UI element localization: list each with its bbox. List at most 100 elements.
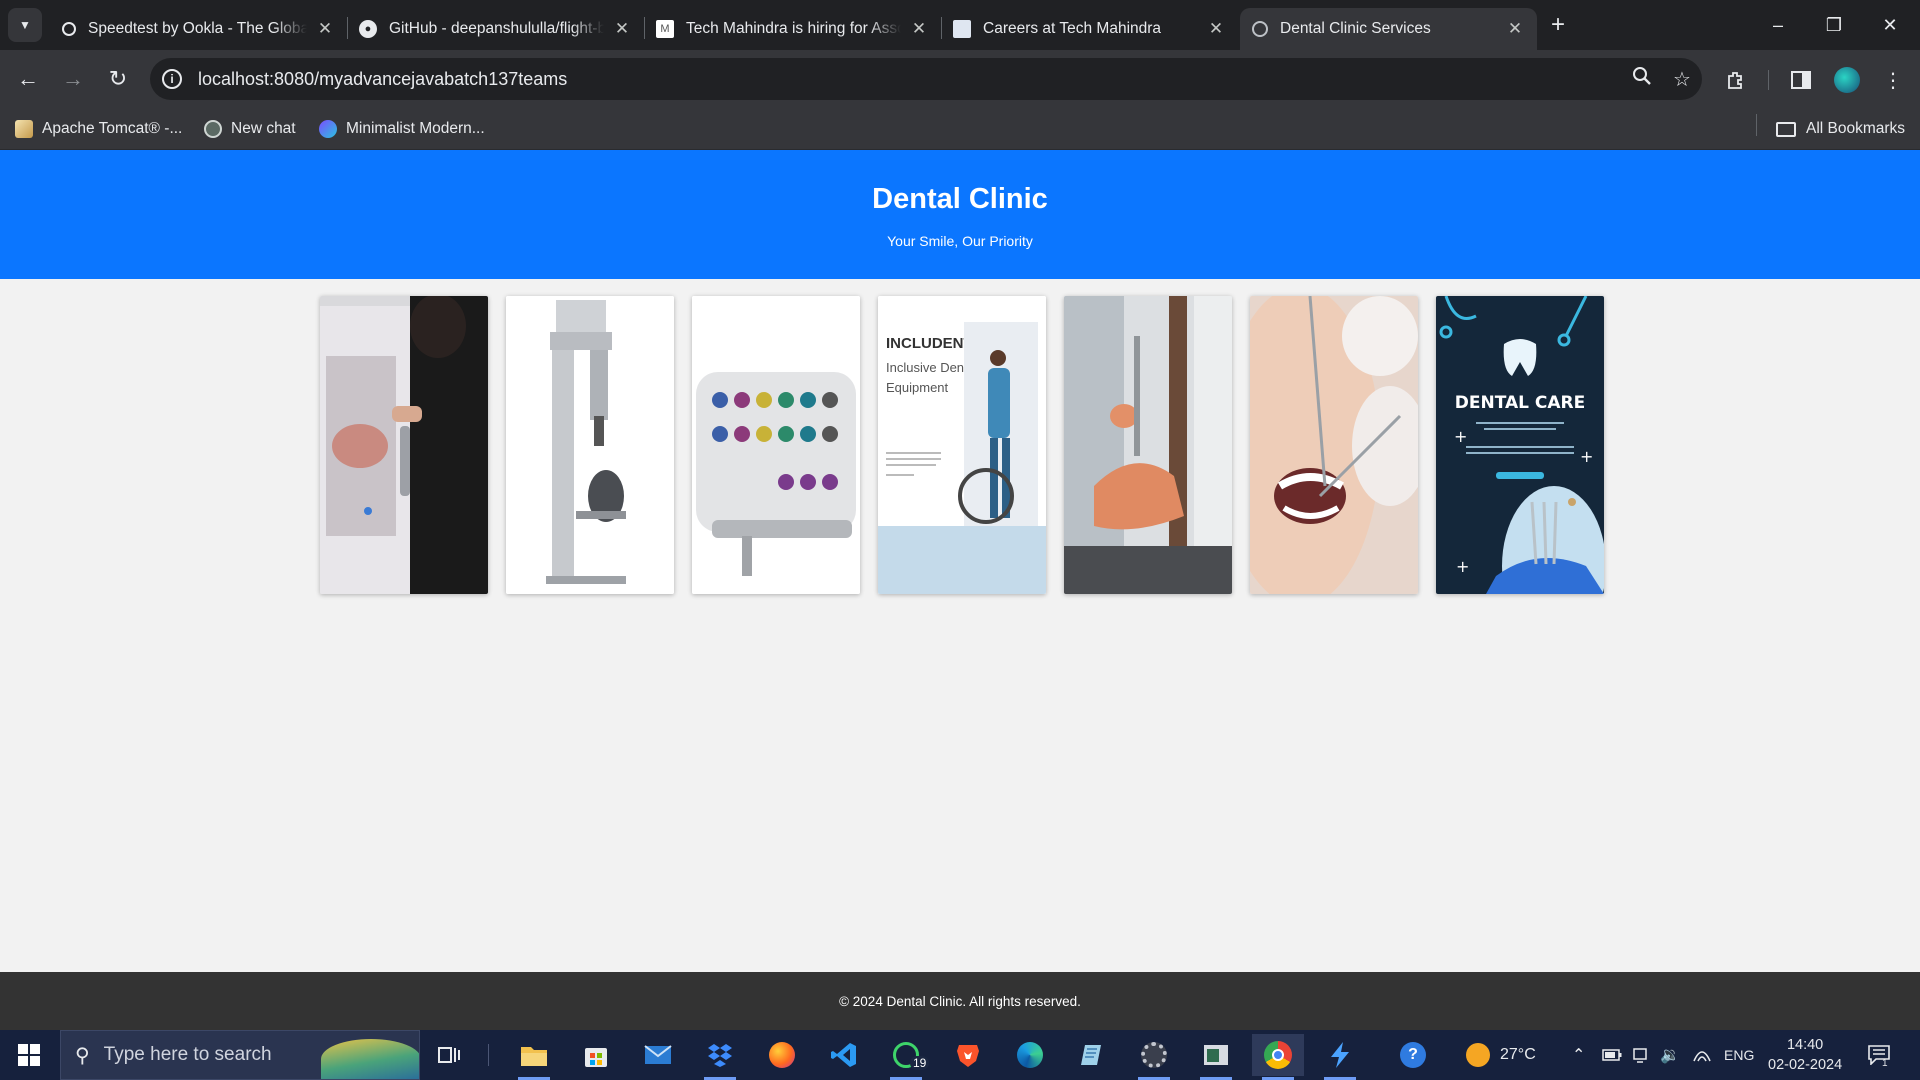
battery-icon[interactable] [1602,1030,1622,1080]
tab-title: Tech Mahindra is hiring for Associate [686,20,901,37]
tab-title: Speedtest by Ookla - The Global Broadban… [88,20,307,37]
wifi-icon[interactable] [1692,1030,1712,1080]
restore-icon: ❐ [1825,14,1843,35]
task-view-icon[interactable] [423,1034,475,1076]
tab-github[interactable]: ● GitHub - deepanshululla/flight-booking… [347,8,644,50]
firefox-icon[interactable] [756,1034,808,1076]
taskbar-search[interactable]: ⚲ Type here to search [60,1030,420,1080]
menu-icon[interactable]: ⋮ [1876,63,1910,97]
chatgpt-icon [204,120,222,138]
tab-speedtest[interactable]: Speedtest by Ookla - The Global Broadban… [50,8,347,50]
dental-checkup-photo [1250,296,1418,594]
tomcat-icon [15,120,33,138]
whatsapp-icon[interactable]: 19 [880,1034,932,1080]
settings-icon[interactable] [1128,1034,1180,1080]
bolt-icon[interactable] [1314,1034,1366,1080]
all-bookmarks-button[interactable]: All Bookmarks [1776,118,1905,140]
copyright-text: © 2024 Dental Clinic. All rights reserve… [839,993,1081,1009]
app-window-icon[interactable] [1190,1034,1242,1080]
github-icon: ● [359,20,377,38]
tab-dental-clinic[interactable]: Dental Clinic Services ✕ [1240,8,1537,50]
side-panel-icon[interactable] [1784,63,1818,97]
weather-widget[interactable]: 27°C [1466,1030,1536,1080]
minimize-icon: – [1772,14,1783,35]
close-icon[interactable]: ✕ [1206,19,1226,39]
chevron-up-icon: ⌃ [1572,1047,1586,1064]
gallery-card[interactable] [320,296,488,594]
chevron-down-icon: ▼ [19,18,31,32]
tab-search-button[interactable]: ▼ [8,8,42,42]
zoom-icon[interactable] [1622,66,1662,92]
browser-toolbar: ← → ↻ i localhost:8080/myadvancejavabatc… [0,50,1920,108]
arrow-left-icon: ← [17,66,39,91]
bookmark-label: New chat [231,120,296,137]
notes-icon[interactable] [1066,1034,1118,1076]
gallery-card[interactable] [506,296,674,594]
gallery-card[interactable] [692,296,860,594]
url-text[interactable]: localhost:8080/myadvancejavabatch137team… [198,69,1622,90]
svg-text:Equipment: Equipment [886,380,949,395]
document-icon [953,20,971,38]
bookmark-minimalist[interactable]: Minimalist Modern... [319,118,485,140]
search-highlight-image [321,1039,419,1079]
extensions-icon[interactable] [1718,63,1752,97]
weather-temp: 27°C [1500,1046,1536,1063]
close-icon[interactable]: ✕ [909,19,929,39]
plus-icon: + [1550,11,1565,38]
bookmark-new-chat[interactable]: New chat [204,118,296,140]
tab-title: Dental Clinic Services [1280,20,1431,37]
minimize-button[interactable]: – [1749,0,1807,50]
reload-button[interactable]: ↻ [100,61,136,97]
clock[interactable]: 14:40 02-02-2024 [1768,1030,1842,1080]
back-button[interactable]: ← [10,61,46,97]
implant-kit-photo [692,296,860,594]
mail-icon[interactable] [632,1034,684,1076]
bookmarks-bar: Apache Tomcat® -... New chat Minimalist … [0,108,1920,150]
chrome-icon[interactable] [1252,1034,1304,1080]
notification-count: 1 [1882,1058,1888,1069]
vscode-icon[interactable] [818,1034,870,1076]
file-explorer-icon[interactable] [508,1034,560,1080]
forward-button[interactable]: → [55,61,91,97]
tab-gmail[interactable]: M Tech Mahindra is hiring for Associate … [644,8,941,50]
gallery-card[interactable] [1064,296,1232,594]
gallery-card[interactable]: DENTAL CARE + + + [1436,296,1604,594]
start-button[interactable] [0,1030,58,1080]
restore-button[interactable]: ❐ [1805,0,1863,50]
tab-title: GitHub - deepanshululla/flight-booking [389,20,604,37]
gallery-card[interactable] [1250,296,1418,594]
gallery-card[interactable]: INCLUDENT| Inclusive Dentistry Equipment [878,296,1046,594]
dentist-scanner-photo [320,296,488,594]
tab-careers[interactable]: Careers at Tech Mahindra ✕ [941,8,1238,50]
dental-care-poster: DENTAL CARE + + + [1436,296,1604,594]
address-bar[interactable]: i localhost:8080/myadvancejavabatch137te… [150,58,1702,100]
inclusive-equipment-flyer: INCLUDENT| Inclusive Dentistry Equipment [878,296,1046,594]
close-window-button[interactable]: ✕ [1861,0,1919,50]
notification-center[interactable]: 1 [1868,1030,1890,1080]
canva-icon [319,120,337,138]
star-icon[interactable]: ☆ [1662,67,1702,92]
reload-icon: ↻ [108,66,128,91]
tab-strip: ▼ Speedtest by Ookla - The Global Broadb… [0,0,1920,50]
close-icon[interactable]: ✕ [315,19,335,39]
edge-icon[interactable] [1004,1034,1056,1076]
svg-text:INCLUDENT|: INCLUDENT| [886,335,977,352]
new-tab-button[interactable]: + [1543,10,1573,40]
dropbox-icon[interactable] [694,1034,746,1080]
info-icon[interactable]: i [162,69,182,89]
bookmark-label: Minimalist Modern... [346,120,485,137]
close-icon[interactable]: ✕ [612,19,632,39]
image-gallery: INCLUDENT| Inclusive Dentistry Equipment [320,296,1604,594]
help-icon[interactable]: ? [1400,1030,1426,1080]
microsoft-store-icon[interactable] [570,1034,622,1076]
xray-machine-photo [506,296,674,594]
brave-icon[interactable] [942,1034,994,1076]
profile-avatar-icon[interactable] [1830,63,1864,97]
tab-title: Careers at Tech Mahindra [983,20,1162,37]
close-icon[interactable]: ✕ [1505,19,1525,39]
show-hidden-icons[interactable]: ⌃ [1572,1030,1585,1080]
meet-now-icon[interactable] [1632,1030,1650,1080]
volume-icon[interactable]: 🔉 [1660,1030,1680,1080]
bookmark-tomcat[interactable]: Apache Tomcat® -... [15,118,182,140]
language-indicator[interactable]: ENG [1724,1030,1754,1080]
